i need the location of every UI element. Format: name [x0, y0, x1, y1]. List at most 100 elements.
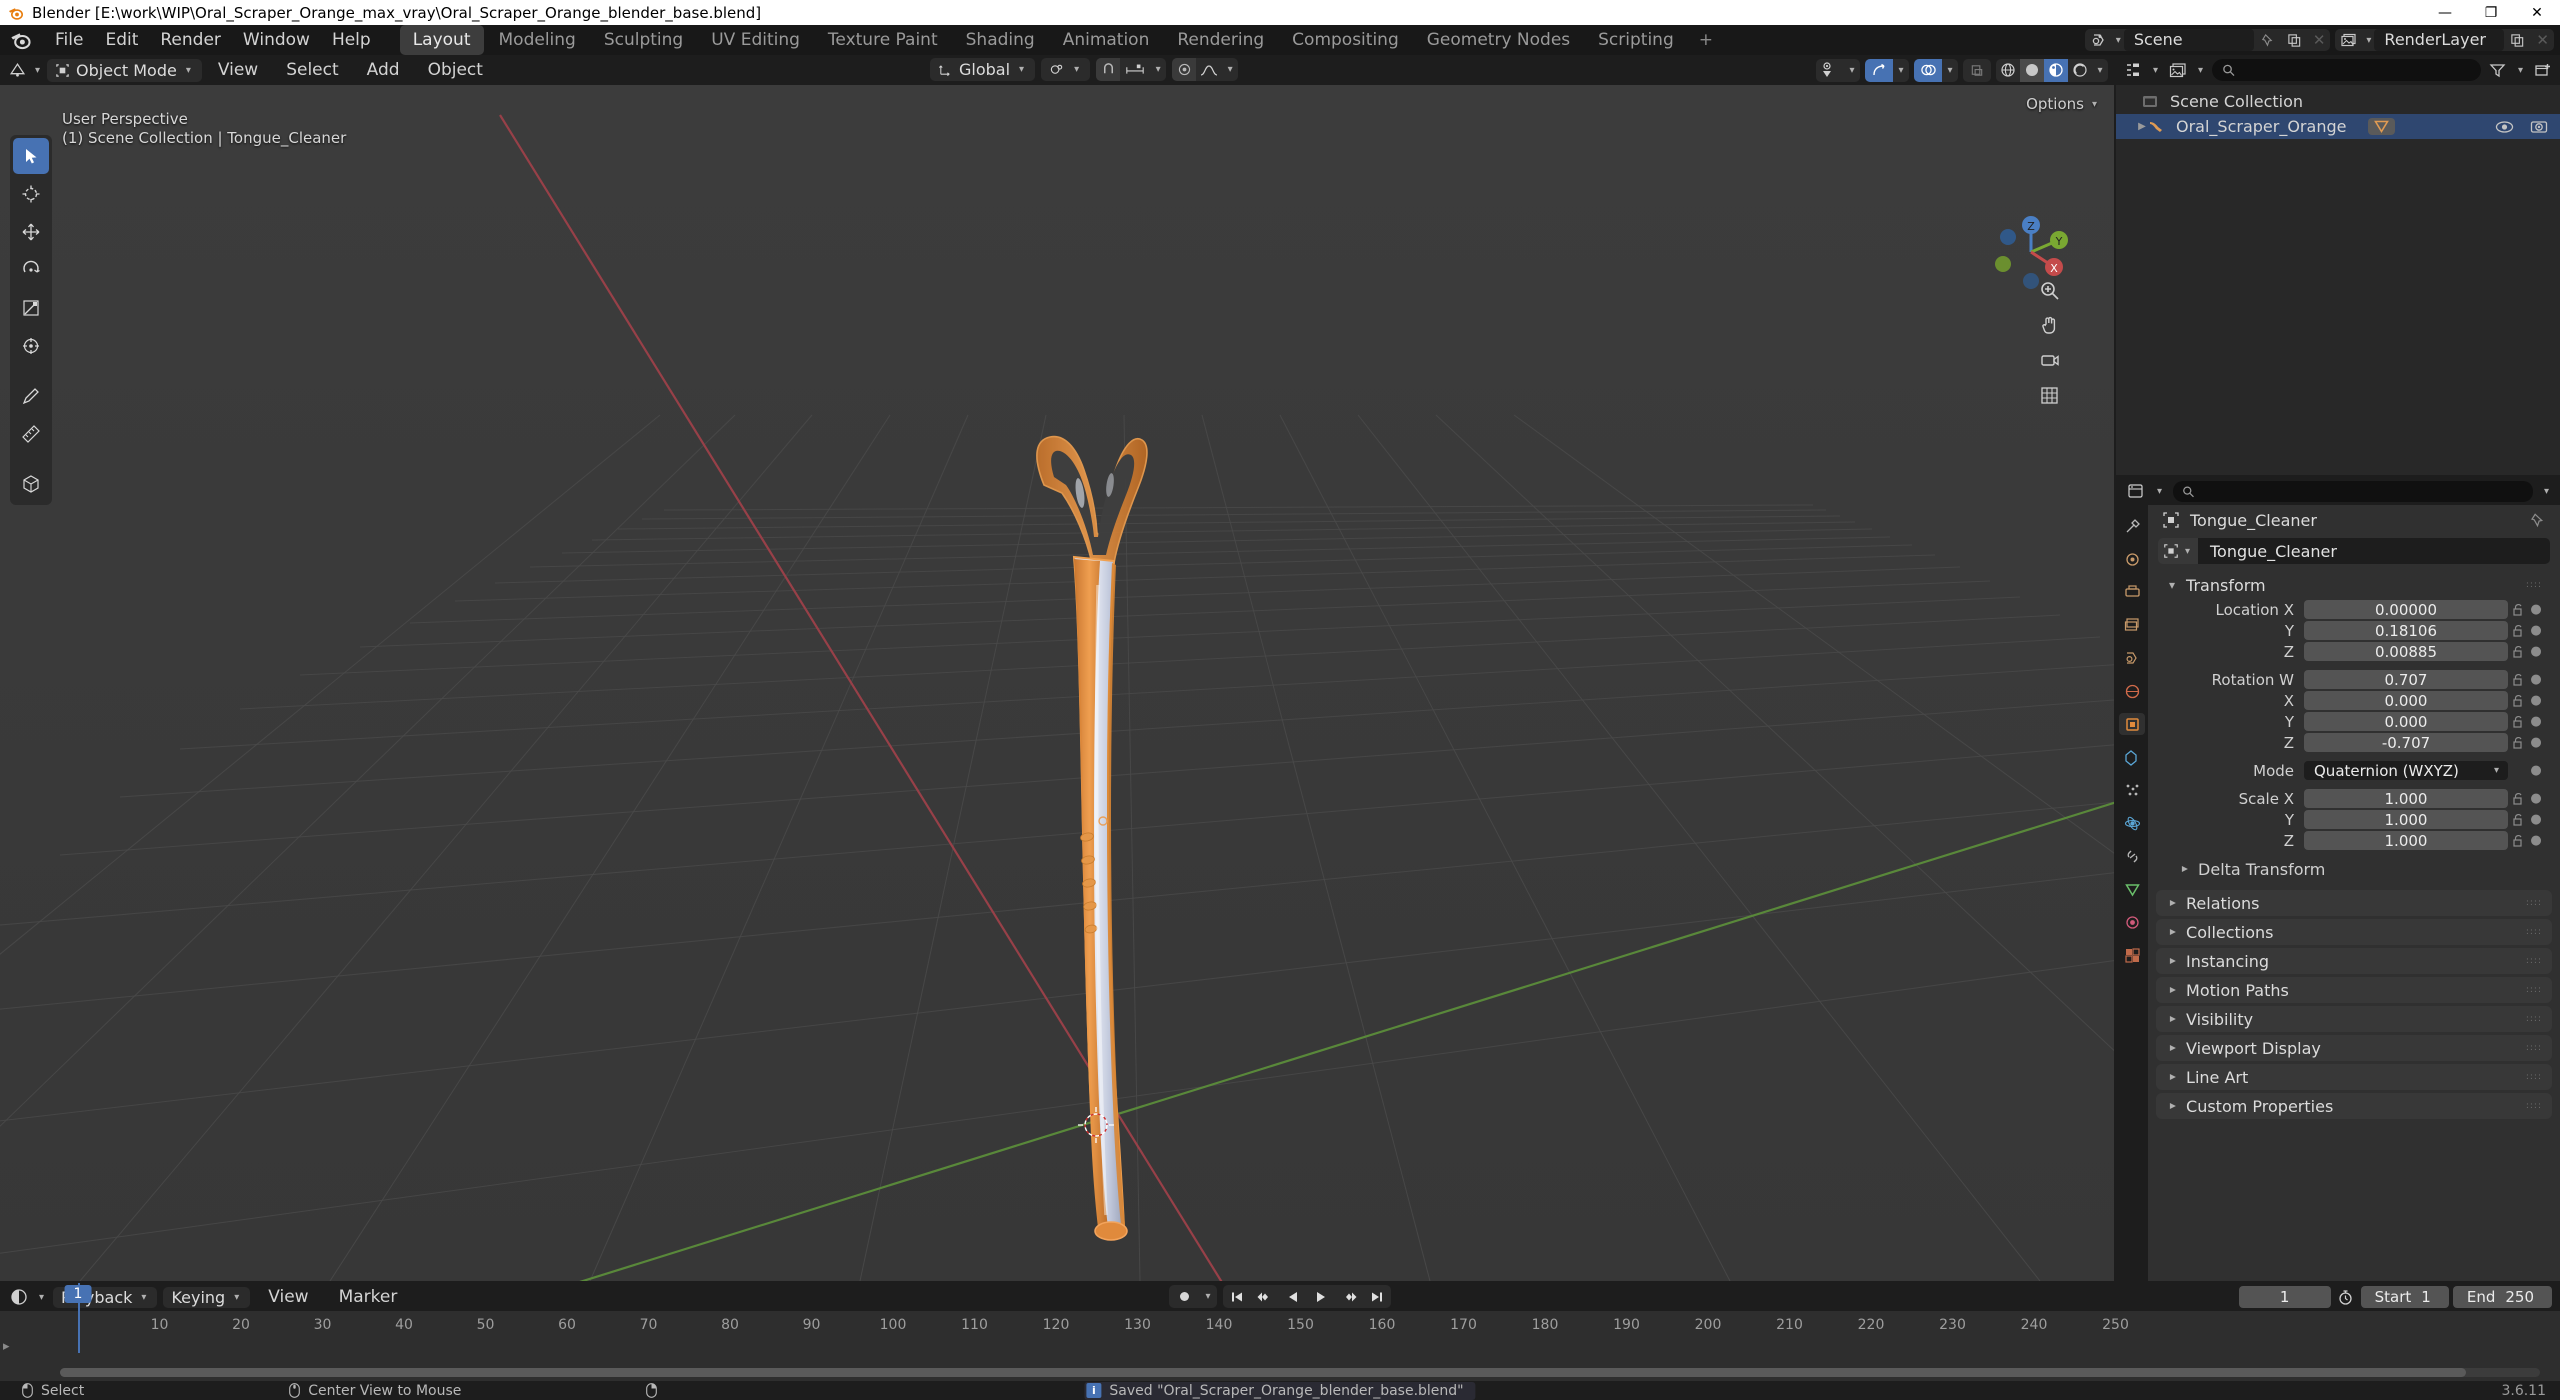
- pin-scene-icon[interactable]: [2254, 29, 2281, 51]
- remove-scene-icon[interactable]: ✕: [2308, 31, 2331, 49]
- overlay-caret-icon[interactable]: ▾: [1942, 59, 1958, 82]
- frame-start-field[interactable]: Start 1: [2360, 1286, 2449, 1308]
- animate-scale-z-icon[interactable]: ●: [2528, 833, 2544, 848]
- tab-modeling[interactable]: Modeling: [486, 25, 589, 55]
- camera-icon[interactable]: [2036, 347, 2062, 373]
- object-name-field[interactable]: ▾ Tongue_Cleaner: [2158, 538, 2550, 564]
- tab-scene[interactable]: [2119, 647, 2145, 669]
- pivot-point-selector[interactable]: ▾: [1041, 58, 1091, 81]
- tab-texture[interactable]: [2119, 944, 2145, 966]
- timeline-type-caret-icon[interactable]: ▾: [36, 1292, 47, 1303]
- animate-scale-x-icon[interactable]: ●: [2528, 791, 2544, 806]
- panel-line-art[interactable]: ▾ Line Art ::::: [2156, 1064, 2552, 1090]
- snap-caret-icon[interactable]: ▾: [1150, 58, 1166, 81]
- panel-instancing[interactable]: ▾ Instancing ::::: [2156, 948, 2552, 974]
- snap-to-increment-icon[interactable]: [1120, 58, 1150, 81]
- show-overlays-icon[interactable]: [1914, 58, 1942, 82]
- tab-tool[interactable]: [2119, 515, 2145, 537]
- lock-scale-z-icon[interactable]: [2508, 834, 2528, 848]
- mode-caret-icon[interactable]: ▾: [183, 65, 194, 76]
- viewport-menu-object[interactable]: Object: [416, 58, 495, 82]
- tab-compositing[interactable]: Compositing: [1279, 25, 1412, 55]
- panel-visibility[interactable]: ▾ Visibility ::::: [2156, 1006, 2552, 1032]
- animate-rotation-z-icon[interactable]: ●: [2528, 735, 2544, 750]
- value-location-z[interactable]: 0.00885: [2304, 642, 2508, 661]
- outliner-type-caret-icon[interactable]: ▾: [2150, 65, 2161, 76]
- shading-solid-icon[interactable]: [2020, 58, 2044, 82]
- status-report[interactable]: i Saved "Oral_Scraper_Orange_blender_bas…: [1084, 1381, 1476, 1400]
- outliner-display-mode-icon[interactable]: [2167, 59, 2189, 81]
- panel-collections[interactable]: ▾ Collections ::::: [2156, 919, 2552, 945]
- outliner-search-input[interactable]: [2212, 59, 2481, 81]
- animate-rotation-w-icon[interactable]: ●: [2528, 672, 2544, 687]
- panel-relations-header[interactable]: ▾ Relations ::::: [2156, 890, 2552, 916]
- tab-particles[interactable]: [2119, 779, 2145, 801]
- pivot-caret-icon[interactable]: ▾: [1071, 64, 1082, 75]
- snap-magnet-icon[interactable]: [1096, 58, 1121, 81]
- new-scene-icon[interactable]: [2281, 29, 2308, 51]
- panel-viewport-display-header[interactable]: ▾ Viewport Display ::::: [2156, 1035, 2552, 1061]
- minimize-button[interactable]: —: [2422, 0, 2468, 25]
- value-rotation-w[interactable]: 0.707: [2304, 670, 2508, 689]
- lock-scale-x-icon[interactable]: [2508, 792, 2528, 806]
- panel-custom-properties-header[interactable]: ▾ Custom Properties ::::: [2156, 1093, 2552, 1119]
- object-name-icon[interactable]: ▾: [2158, 538, 2198, 564]
- lock-rotation-y-icon[interactable]: [2508, 715, 2528, 729]
- viewlayer-caret-icon[interactable]: ▾: [2363, 35, 2374, 46]
- properties-type-caret-icon[interactable]: ▾: [2154, 486, 2165, 497]
- animate-scale-y-icon[interactable]: ●: [2528, 812, 2544, 827]
- panel-visibility-header[interactable]: ▾ Visibility ::::: [2156, 1006, 2552, 1032]
- cursor-tool[interactable]: [13, 176, 49, 212]
- tab-texture-paint[interactable]: Texture Paint: [815, 25, 951, 55]
- lock-rotation-x-icon[interactable]: [2508, 694, 2528, 708]
- outliner-row-scene-collection[interactable]: Scene Collection: [2116, 89, 2560, 114]
- current-frame-field[interactable]: 1: [2238, 1286, 2331, 1308]
- play-button[interactable]: [1307, 1285, 1335, 1308]
- viewlayer-selector[interactable]: ▾ RenderLayer ✕: [2335, 29, 2554, 51]
- pan-icon[interactable]: [2036, 312, 2062, 338]
- chevron-right-icon[interactable]: ▾: [2165, 984, 2179, 996]
- editor-type-caret-icon[interactable]: ▾: [32, 65, 43, 76]
- playback-caret-icon[interactable]: ▾: [138, 1292, 149, 1303]
- navigation-gizmo[interactable]: Z Y X: [1984, 205, 2078, 299]
- orientation-caret-icon[interactable]: ▾: [1016, 64, 1027, 75]
- timeline-horizontal-scrollbar[interactable]: [60, 1368, 2540, 1377]
- value-rotation-z[interactable]: -0.707: [2304, 733, 2508, 752]
- keying-caret-icon[interactable]: ▾: [231, 1292, 242, 1303]
- shading-rendered-icon[interactable]: [2068, 59, 2092, 82]
- show-gizmo-icon[interactable]: [1865, 58, 1893, 82]
- timeline-expand-icon[interactable]: ▸: [3, 1339, 10, 1354]
- tab-shading[interactable]: Shading: [953, 25, 1048, 55]
- jump-to-next-keyframe-button[interactable]: [1335, 1285, 1363, 1308]
- outliner-display-caret-icon[interactable]: ▾: [2195, 65, 2206, 76]
- tab-view-layer[interactable]: [2119, 614, 2145, 636]
- rotate-tool[interactable]: [13, 252, 49, 288]
- object-disclosure-icon[interactable]: ▶: [2124, 121, 2146, 132]
- frame-end-field[interactable]: End 250: [2452, 1286, 2552, 1308]
- chevron-right-icon[interactable]: ▾: [2165, 1071, 2179, 1083]
- tab-world[interactable]: [2119, 680, 2145, 702]
- playhead-frame-badge[interactable]: 1: [64, 1285, 92, 1303]
- animate-location-x-icon[interactable]: ●: [2528, 602, 2544, 617]
- animate-rotation-y-icon[interactable]: ●: [2528, 714, 2544, 729]
- tab-animation[interactable]: Animation: [1050, 25, 1163, 55]
- shading-wireframe-icon[interactable]: [1996, 59, 2020, 82]
- object-types-visibility-icon[interactable]: [1816, 59, 1844, 82]
- animate-rotation-x-icon[interactable]: ●: [2528, 693, 2544, 708]
- viewport-menu-select[interactable]: Select: [274, 58, 350, 82]
- jump-to-start-button[interactable]: [1223, 1285, 1251, 1308]
- menu-file[interactable]: File: [44, 27, 94, 53]
- play-reverse-button[interactable]: [1279, 1285, 1307, 1308]
- visibility-caret-icon[interactable]: ▾: [1844, 59, 1860, 82]
- jump-to-previous-keyframe-button[interactable]: [1251, 1285, 1279, 1308]
- tab-scripting[interactable]: Scripting: [1585, 25, 1687, 55]
- use-preview-range-icon[interactable]: [2335, 1286, 2357, 1308]
- tab-constraints[interactable]: [2119, 845, 2145, 867]
- annotate-tool[interactable]: [13, 378, 49, 414]
- value-location-y[interactable]: 0.18106: [2304, 621, 2508, 640]
- tab-output[interactable]: [2119, 581, 2145, 603]
- scene-icon[interactable]: [2085, 29, 2113, 51]
- tab-material[interactable]: [2119, 911, 2145, 933]
- grid-ortho-icon[interactable]: [2036, 382, 2062, 408]
- viewport-canvas[interactable]: User Perspective (1) Scene Collection | …: [0, 85, 2114, 1281]
